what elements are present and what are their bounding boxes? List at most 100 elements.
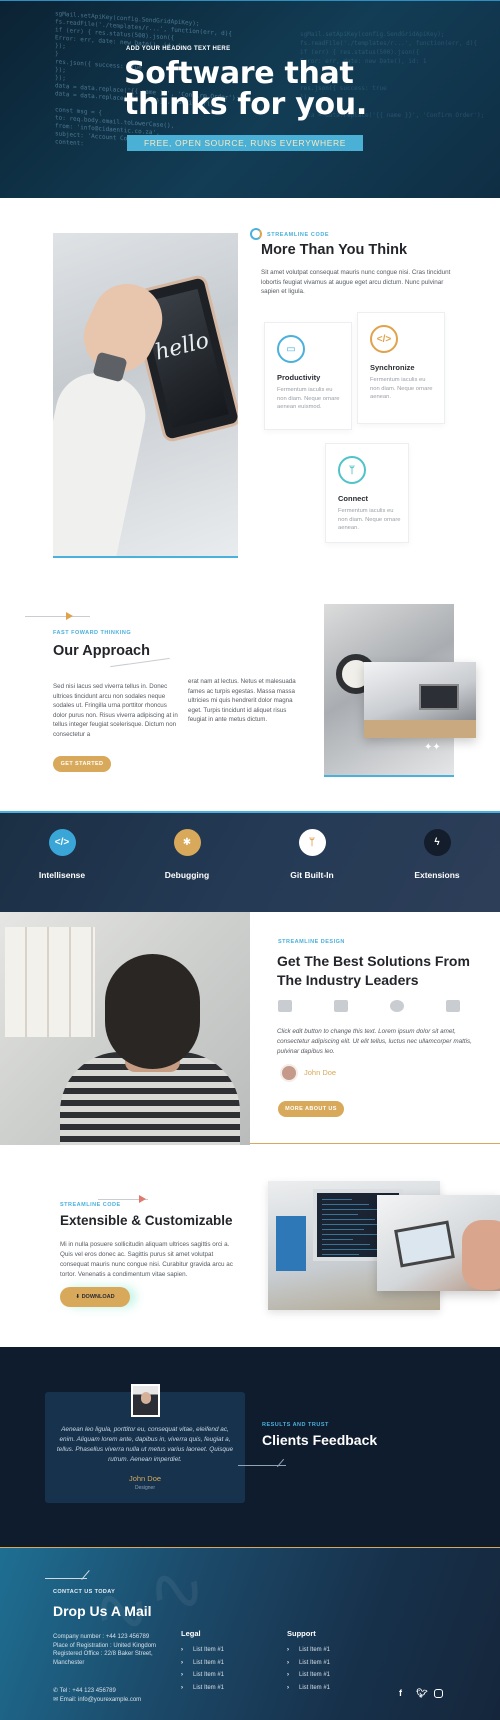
twitter-icon[interactable]: 🐦︎	[416, 1688, 427, 1699]
chevron-right-icon: ›	[181, 1672, 183, 1678]
instagram-icon[interactable]	[434, 1689, 443, 1698]
card-desc: Fermentum iaculis eu non diam. Neque orn…	[338, 508, 401, 531]
approach-photo-office	[364, 662, 476, 738]
support-link[interactable]: › List Item #1	[287, 1672, 330, 1678]
features-band: </> Intellisense ✱ Debugging ᛘ Git Built…	[0, 811, 500, 912]
chevron-right-icon: ›	[287, 1672, 289, 1678]
feature-intellisense[interactable]: </> Intellisense	[17, 829, 107, 880]
legal-link[interactable]: › List Item #1	[181, 1660, 224, 1666]
card-title: Connect	[338, 494, 368, 503]
client-logo-1	[278, 1000, 292, 1012]
approach-title: Our Approach	[53, 643, 150, 659]
footer-eyebrow: CONTACT US TODAY	[53, 1589, 116, 1595]
sparkle-icon: ✦✦	[424, 742, 441, 753]
legal-link[interactable]: › List Item #1	[181, 1672, 224, 1678]
chevron-right-icon: ›	[181, 1647, 183, 1653]
feature-card-synchronize[interactable]: </> Synchronize Fermentum iaculis eu non…	[357, 312, 445, 424]
code-line: sgMail.setApiKey(config.SendGridApiKey);	[300, 31, 445, 38]
intro-eyebrow: STREAMLINE CODE	[267, 232, 330, 238]
avatar	[131, 1384, 160, 1417]
company-info: Company number : +44 123 456789 Place of…	[53, 1634, 157, 1666]
support-link[interactable]: › List Item #1	[287, 1660, 330, 1666]
feature-git-built-in[interactable]: ᛘ Git Built-In	[267, 829, 357, 880]
card-desc: Fermentum iaculis eu non diam. Neque orn…	[277, 387, 340, 410]
chevron-right-icon: ›	[181, 1659, 183, 1666]
download-label: DOWNLOAD	[81, 1294, 115, 1300]
feature-card-connect[interactable]: ᛘ Connect Fermentum iaculis eu non diam.…	[325, 443, 409, 543]
support-links: › List Item #1 › List Item #1 › List Item #…	[287, 1647, 330, 1691]
card-title: Productivity	[277, 373, 321, 382]
legal-link[interactable]: › List Item #1	[181, 1647, 224, 1653]
chevron-right-icon: ›	[287, 1659, 289, 1666]
git-branch-icon: ᛘ	[298, 829, 326, 856]
decor-line	[110, 657, 170, 668]
footer-title: Drop Us A Mail	[53, 1603, 152, 1619]
extensible-text: Mi in nulla posuere sollicitudin aliquam…	[60, 1241, 233, 1278]
feedback-eyebrow: RESULTS AND TRUST	[262, 1422, 329, 1428]
download-button[interactable]: ⬇ DOWNLOAD	[60, 1287, 130, 1307]
chevron-right-icon: ›	[287, 1684, 289, 1691]
intro-text: Sit amet volutpat consequat mauris nunc …	[261, 269, 451, 295]
phone-text[interactable]: Tel : +44 123 456789	[60, 1688, 116, 1694]
support-heading: Support	[287, 1629, 316, 1638]
get-started-button[interactable]: GET STARTED	[53, 756, 111, 772]
email-link[interactable]: Email: info@yourexample.com	[60, 1697, 141, 1703]
laptop-icon: ▭	[277, 335, 305, 363]
feature-label: Intellisense	[38, 870, 86, 880]
legal-link[interactable]: › List Item #1	[181, 1685, 224, 1691]
chevron-right-icon: ›	[181, 1684, 183, 1691]
phone-photo: hello	[53, 233, 238, 558]
feature-extensions[interactable]: ϟ Extensions	[392, 829, 482, 880]
testimonial-name: John Doe	[128, 1474, 162, 1483]
extensible-title: Extensible & Customizable	[60, 1213, 233, 1228]
support-link[interactable]: › List Item #1	[287, 1685, 330, 1691]
testimonial-role: Designer	[134, 1485, 155, 1491]
card-title: Synchronize	[370, 363, 415, 372]
client-logo-3	[390, 1000, 404, 1012]
client-logo-4	[446, 1000, 460, 1012]
card-desc: Fermentum iaculis eu non diam. Neque orn…	[370, 377, 433, 400]
feature-label: Extensions	[414, 870, 460, 880]
contact-details: ✆ Tel : +44 123 456789 ✉ Email: info@you…	[53, 1687, 141, 1705]
more-about-us-button[interactable]: MORE ABOUT US	[278, 1101, 344, 1117]
extensible-eyebrow: STREAMLINE CODE	[60, 1202, 121, 1208]
avatar	[280, 1064, 298, 1082]
feature-label: Debugging	[164, 870, 210, 880]
support-link[interactable]: › List Item #1	[287, 1647, 330, 1653]
hero-subtitle-badge: FREE, OPEN SOURCE, RUNS EVERYWHERE	[127, 135, 363, 151]
solutions-quote: Click edit button to change this text. L…	[277, 1028, 472, 1055]
solutions-eyebrow: STREAMLINE DESIGN	[278, 939, 345, 945]
play-triangle-icon	[66, 612, 73, 620]
hero-eyebrow: ADD YOUR HEADING TEXT HERE	[126, 46, 231, 52]
hero-title: Software that thinks for you.	[124, 56, 367, 122]
hero-section: sgMail.setApiKey(config.SendGridApiKey);…	[0, 0, 500, 198]
intro-title: More Than You Think	[261, 242, 408, 258]
feature-debugging[interactable]: ✱ Debugging	[142, 829, 232, 880]
code-line: fs.readFile('./templates/r...', function…	[300, 40, 478, 47]
git-branch-icon: ᛘ	[338, 456, 366, 484]
feedback-title: Clients Feedback	[262, 1432, 378, 1448]
gear-icon	[250, 228, 262, 240]
approach-text-col2: erat nam at lectus. Netus et malesuada f…	[188, 678, 296, 723]
play-triangle-icon	[139, 1195, 146, 1203]
feature-card-productivity[interactable]: ▭ Productivity Fermentum iaculis eu non …	[264, 322, 352, 430]
divider-line	[250, 1143, 500, 1144]
legal-links: › List Item #1 › List Item #1 › List Item #…	[181, 1647, 224, 1691]
solutions-title: Get The Best Solutions From The Industry…	[277, 953, 470, 988]
legal-heading: Legal	[181, 1629, 201, 1638]
code-icon: </>	[48, 829, 76, 856]
chevron-right-icon: ›	[287, 1647, 289, 1653]
client-logo-2	[334, 1000, 348, 1012]
testimonial-quote: Aenean leo ligula, porttitor eu, consequ…	[56, 1426, 234, 1463]
mail-icon: ✉	[53, 1697, 60, 1703]
code-icon: </>	[370, 325, 398, 353]
approach-text-col1: Sed nisi lacus sed viverra tellus in. Do…	[53, 683, 178, 738]
feature-label: Git Built-In	[290, 870, 334, 880]
approach-eyebrow: FAST FOWARD THINKING	[53, 630, 132, 636]
bug-icon: ✱	[173, 829, 201, 856]
author-name: John Doe	[304, 1068, 337, 1077]
developer-photo	[0, 912, 250, 1145]
tablet-photo	[377, 1195, 500, 1291]
bolt-icon: ϟ	[423, 829, 451, 856]
facebook-icon[interactable]: f	[399, 1688, 402, 1698]
